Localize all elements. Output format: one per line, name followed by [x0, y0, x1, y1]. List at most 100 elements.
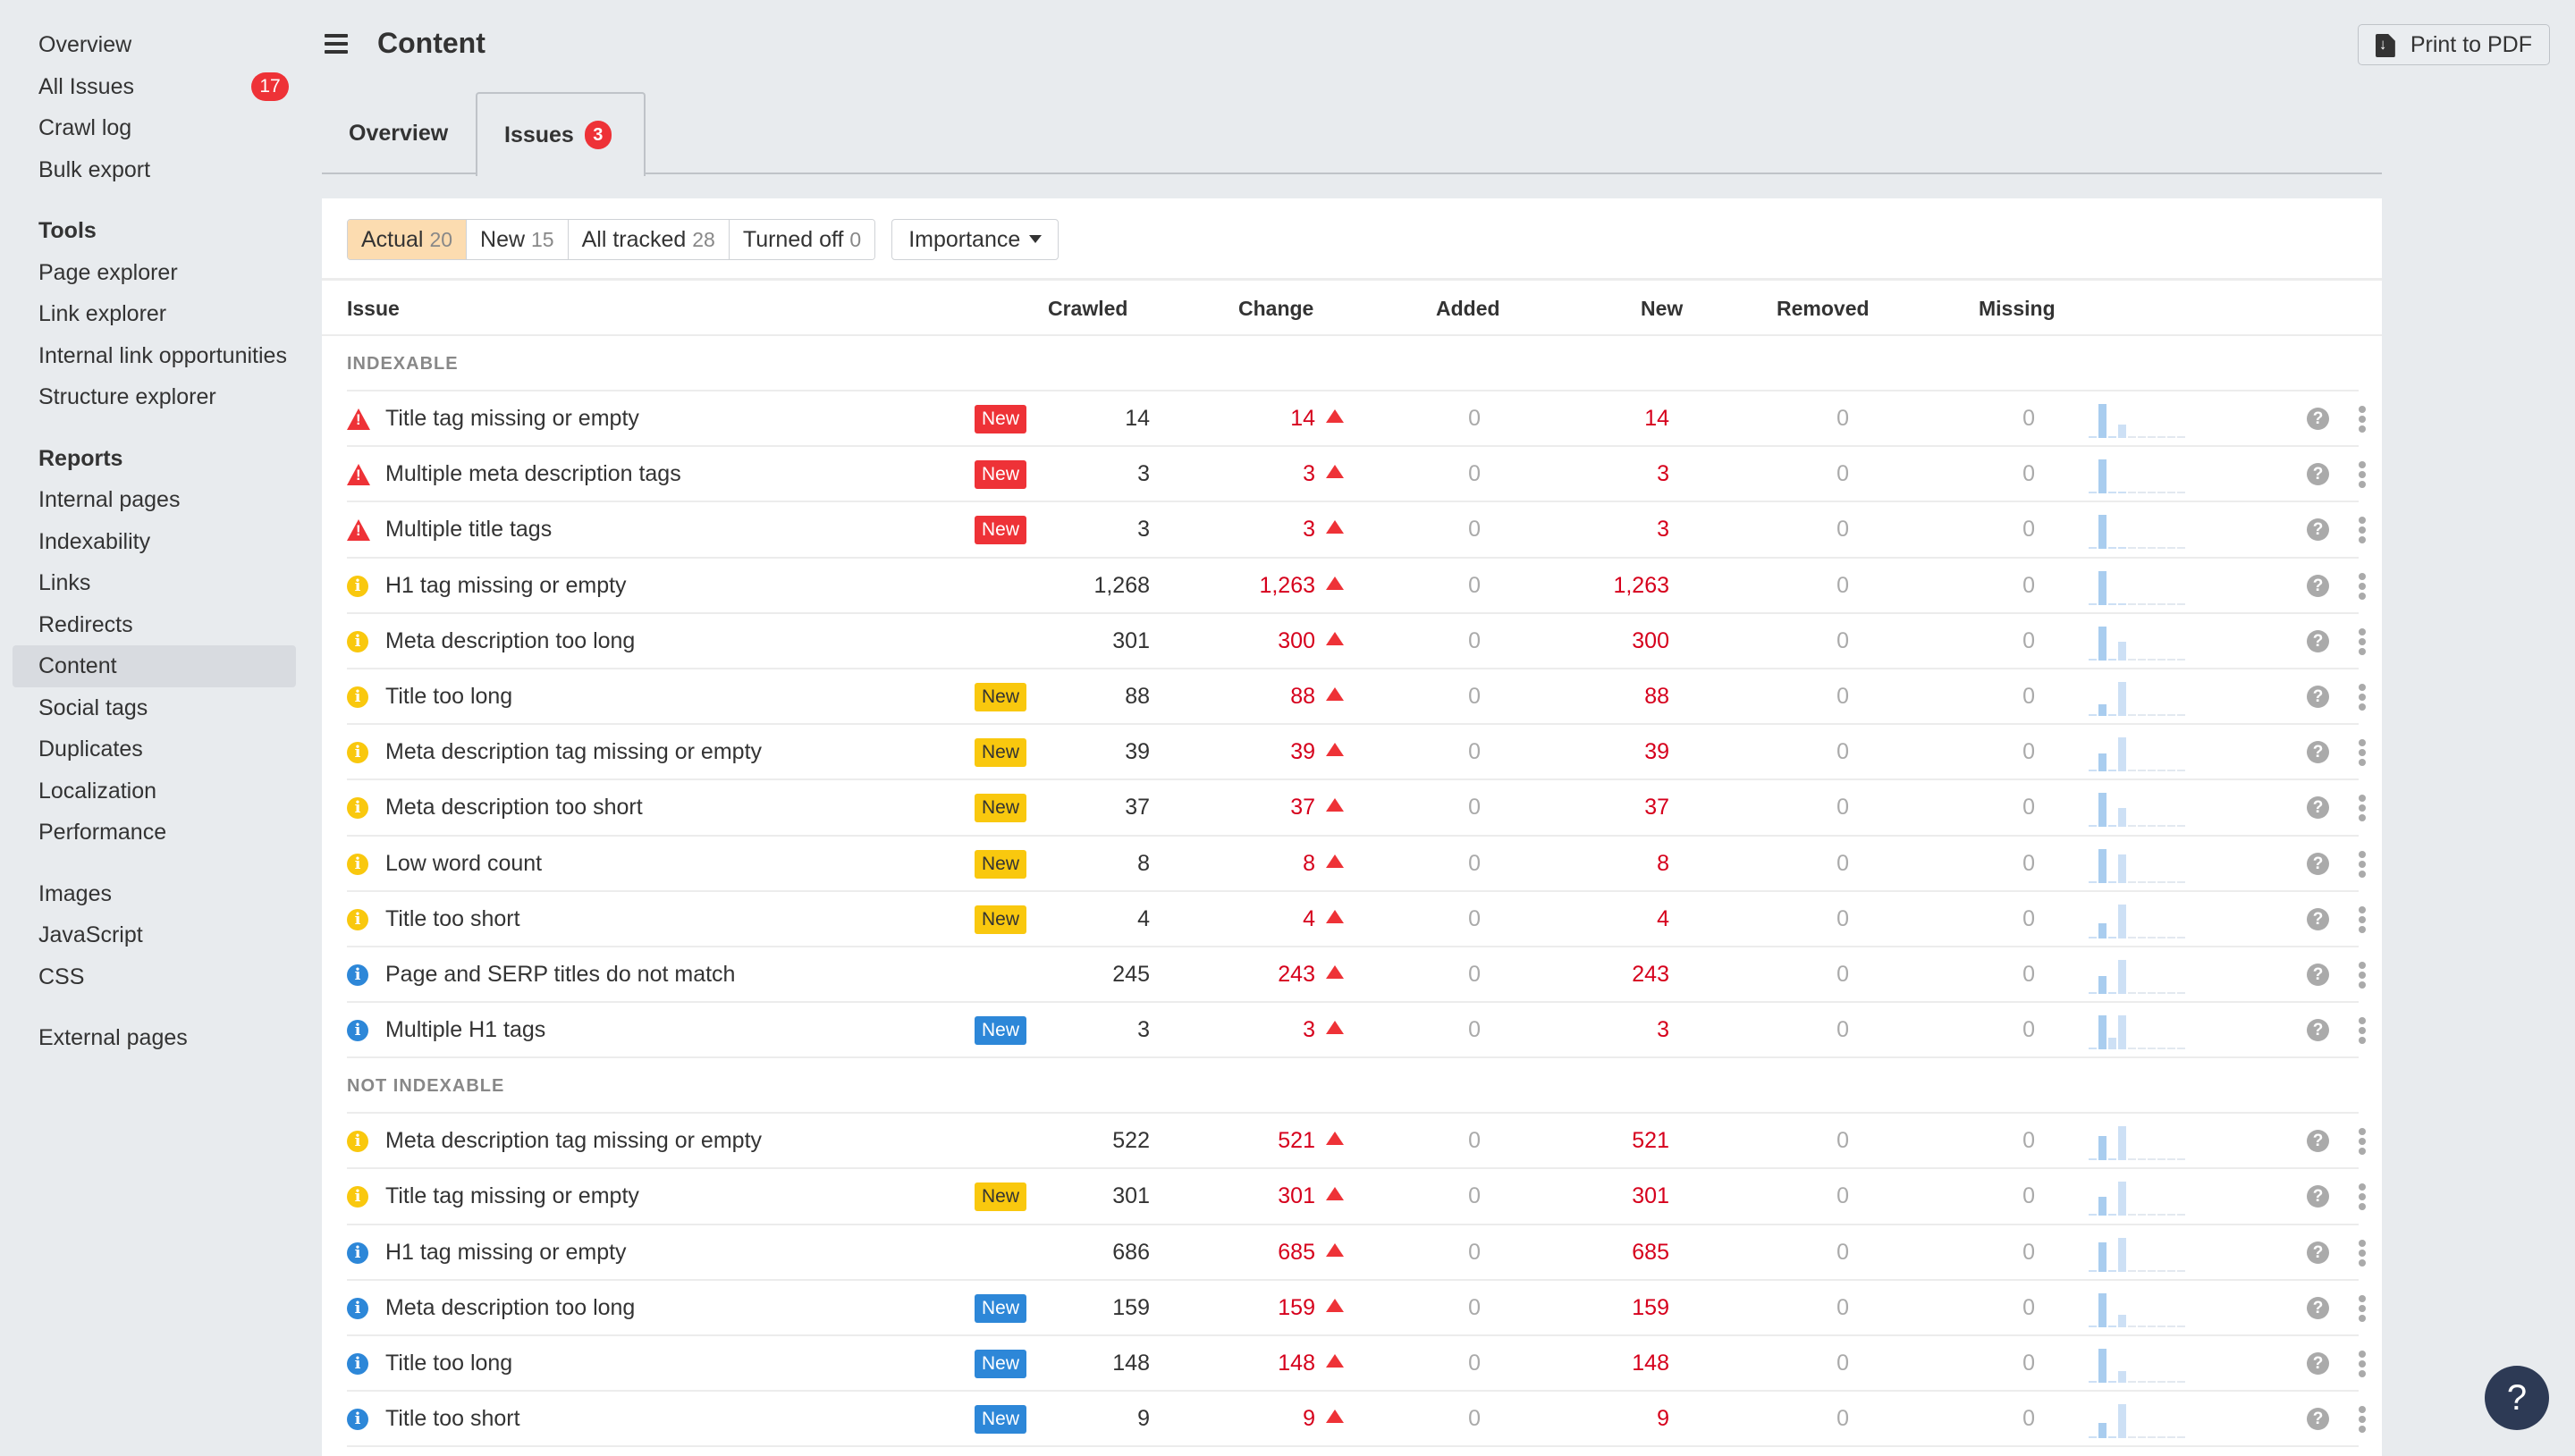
removed-value[interactable]: 0: [1706, 1225, 1849, 1279]
removed-value[interactable]: 0: [1706, 892, 1849, 946]
column-header-added[interactable]: Added: [1436, 281, 1500, 336]
more-options-icon[interactable]: [2359, 1183, 2366, 1211]
removed-value[interactable]: 0: [1706, 1336, 1849, 1390]
help-icon[interactable]: ?: [2307, 629, 2329, 652]
tab-issues[interactable]: Issues 3: [476, 92, 646, 176]
missing-value[interactable]: 0: [1892, 1281, 2035, 1334]
tab-overview[interactable]: Overview: [349, 92, 448, 174]
missing-value[interactable]: 0: [1892, 391, 2035, 445]
change-value[interactable]: 88: [1290, 684, 1315, 709]
change-value[interactable]: 685: [1278, 1240, 1315, 1265]
new-value[interactable]: 9: [1526, 1392, 1669, 1445]
sidebar-item-internal-pages[interactable]: Internal pages: [13, 479, 296, 521]
crawled-value[interactable]: 39: [1007, 725, 1150, 778]
sidebar-item-links[interactable]: Links: [13, 562, 296, 604]
help-icon[interactable]: ?: [2307, 907, 2329, 930]
filter-actual[interactable]: Actual 20: [348, 220, 468, 259]
change-value[interactable]: 1,263: [1259, 573, 1315, 598]
more-options-icon[interactable]: [2359, 1239, 2366, 1267]
column-header-crawled[interactable]: Crawled: [1048, 281, 1127, 336]
issue-name[interactable]: Title too long: [385, 1336, 512, 1390]
change-value[interactable]: 8: [1303, 851, 1315, 876]
more-options-icon[interactable]: [2359, 461, 2366, 489]
change-value[interactable]: 148: [1278, 1351, 1315, 1376]
more-options-icon[interactable]: [2359, 1017, 2366, 1045]
sidebar-item-crawl-log[interactable]: Crawl log: [13, 107, 296, 149]
table-row[interactable]: i Title too long New 88 88 0 88 0 0?: [347, 669, 2366, 726]
help-chat-button[interactable]: ?: [2485, 1366, 2549, 1430]
added-value[interactable]: 0: [1338, 725, 1481, 778]
help-icon[interactable]: ?: [2307, 1185, 2329, 1208]
missing-value[interactable]: 0: [1892, 725, 2035, 778]
table-row[interactable]: i Low word count New 8 8 0 8 0 0?: [347, 837, 2366, 892]
issue-name[interactable]: Meta description tag missing or empty: [385, 1114, 762, 1167]
filter-new[interactable]: New 15: [467, 220, 569, 259]
issue-name[interactable]: Low word count: [385, 837, 542, 890]
new-value[interactable]: 685: [1526, 1225, 1669, 1279]
added-value[interactable]: 0: [1338, 1392, 1481, 1445]
sidebar-item-overview[interactable]: Overview: [13, 24, 296, 66]
more-options-icon[interactable]: [2359, 627, 2366, 655]
added-value[interactable]: 0: [1338, 947, 1481, 1001]
added-value[interactable]: 0: [1338, 1114, 1481, 1167]
more-options-icon[interactable]: [2359, 850, 2366, 878]
sidebar-item-page-explorer[interactable]: Page explorer: [13, 252, 296, 294]
crawled-value[interactable]: 522: [1007, 1114, 1150, 1167]
missing-value[interactable]: 0: [1892, 1114, 2035, 1167]
filter-all-tracked[interactable]: All tracked 28: [568, 220, 730, 259]
sidebar-item-duplicates[interactable]: Duplicates: [13, 728, 296, 770]
removed-value[interactable]: 0: [1706, 669, 1849, 723]
issue-name[interactable]: Meta description too short: [385, 780, 643, 834]
more-options-icon[interactable]: [2359, 1294, 2366, 1322]
more-options-icon[interactable]: [2359, 572, 2366, 600]
removed-value[interactable]: 0: [1706, 1114, 1849, 1167]
crawled-value[interactable]: 14: [1007, 391, 1150, 445]
removed-value[interactable]: 0: [1706, 391, 1849, 445]
table-row[interactable]: i Title too short New 9 9 0 9 0 0?: [347, 1392, 2366, 1448]
sidebar-item-images[interactable]: Images: [13, 873, 296, 915]
column-header-missing[interactable]: Missing: [1979, 281, 2056, 336]
change-value[interactable]: 301: [1278, 1183, 1315, 1208]
crawled-value[interactable]: 159: [1007, 1281, 1150, 1334]
new-value[interactable]: 37: [1526, 780, 1669, 834]
table-row[interactable]: i H1 tag missing or empty 686 685 0 685 0 0?: [347, 1225, 2366, 1281]
sidebar-item-all-issues[interactable]: All Issues 17: [13, 66, 296, 108]
issue-name[interactable]: Meta description tag missing or empty: [385, 725, 762, 778]
help-icon[interactable]: ?: [2307, 1352, 2329, 1375]
added-value[interactable]: 0: [1338, 780, 1481, 834]
added-value[interactable]: 0: [1338, 1169, 1481, 1223]
crawled-value[interactable]: 686: [1007, 1225, 1150, 1279]
added-value[interactable]: 0: [1338, 559, 1481, 612]
help-icon[interactable]: ?: [2307, 1296, 2329, 1319]
change-value[interactable]: 243: [1278, 962, 1315, 987]
added-value[interactable]: 0: [1338, 1281, 1481, 1334]
more-options-icon[interactable]: [2359, 739, 2366, 767]
column-header-new[interactable]: New: [1641, 281, 1683, 336]
table-row[interactable]: i Meta description tag missing or empty Ne…: [347, 725, 2366, 781]
sidebar-item-link-explorer[interactable]: Link explorer: [13, 293, 296, 335]
removed-value[interactable]: 0: [1706, 837, 1849, 890]
help-icon[interactable]: ?: [2307, 408, 2329, 430]
more-options-icon[interactable]: [2359, 683, 2366, 711]
help-icon[interactable]: ?: [2307, 574, 2329, 597]
sidebar-item-internal-link-opportunities[interactable]: Internal link opportunities: [13, 335, 296, 377]
sidebar-item-bulk-export[interactable]: Bulk export: [13, 149, 296, 191]
print-to-pdf-button[interactable]: Print to PDF: [2357, 24, 2550, 65]
table-row[interactable]: Multiple meta description tagsNew330300?: [347, 447, 2366, 503]
sidebar-item-indexability[interactable]: Indexability: [13, 521, 296, 563]
issue-name[interactable]: H1 tag missing or empty: [385, 1225, 627, 1279]
crawled-value[interactable]: 301: [1007, 614, 1150, 668]
change-value[interactable]: 37: [1290, 795, 1315, 820]
sidebar-item-javascript[interactable]: JavaScript: [13, 914, 296, 956]
new-value[interactable]: 8: [1526, 837, 1669, 890]
added-value[interactable]: 0: [1338, 447, 1481, 501]
removed-value[interactable]: 0: [1706, 947, 1849, 1001]
sidebar-item-structure-explorer[interactable]: Structure explorer: [13, 376, 296, 418]
help-icon[interactable]: ?: [2307, 796, 2329, 820]
new-value[interactable]: 14: [1526, 391, 1669, 445]
issue-name[interactable]: Meta description too long: [385, 614, 635, 668]
sidebar-item-performance[interactable]: Performance: [13, 812, 296, 854]
issue-name[interactable]: Title tag missing or empty: [385, 391, 639, 445]
new-value[interactable]: 301: [1526, 1169, 1669, 1223]
issue-name[interactable]: Multiple title tags: [385, 502, 552, 556]
